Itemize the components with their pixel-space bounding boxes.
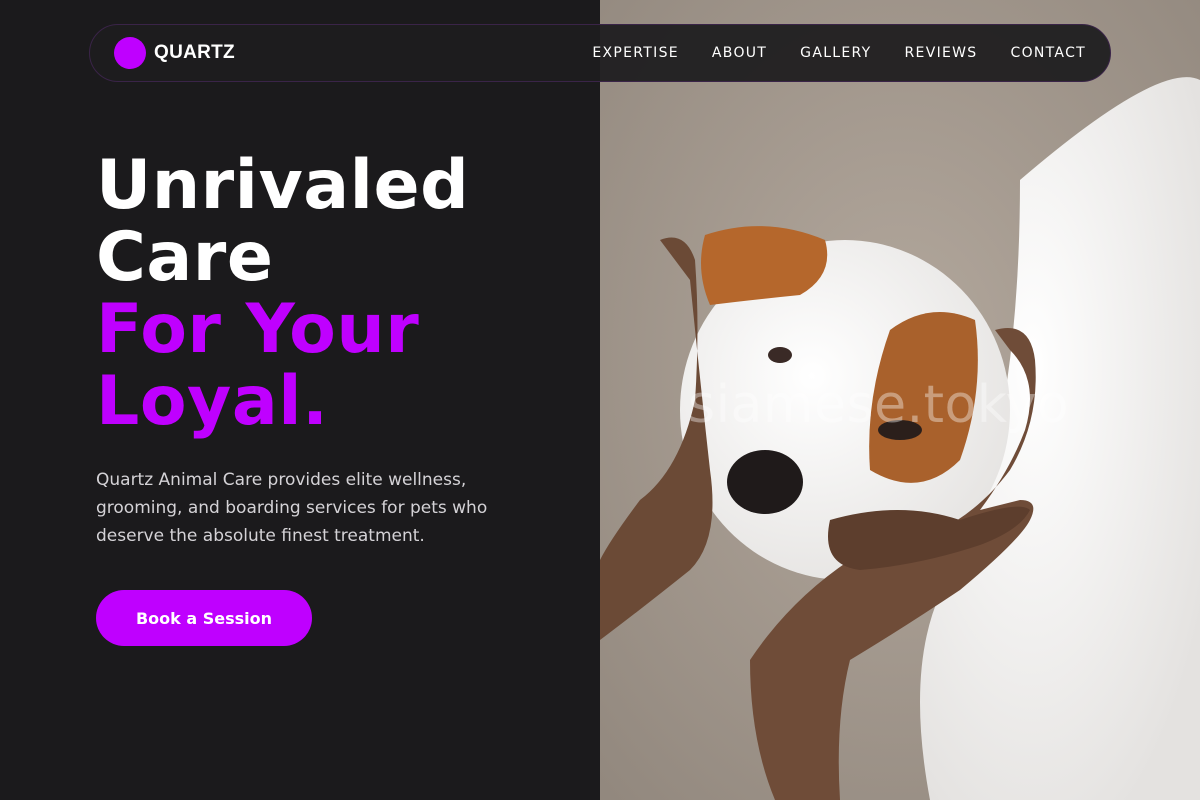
brand-name: QUARTZ (154, 42, 235, 63)
hero-title-line-4: Loyal. (96, 362, 329, 441)
hero-title-line-3: For Your (96, 290, 420, 369)
nav-link-contact[interactable]: CONTACT (1011, 45, 1087, 61)
hero-title: Unrivaled Care For Your Loyal. (96, 150, 469, 438)
nav-link-about[interactable]: ABOUT (712, 45, 767, 61)
hero-description: Quartz Animal Care provides elite wellne… (96, 470, 488, 546)
nav-link-reviews[interactable]: REVIEWS (905, 45, 978, 61)
brand-logo-link[interactable]: QUARTZ (114, 37, 235, 69)
hero-title-line-2: Care (96, 218, 274, 297)
book-session-button[interactable]: Book a Session (96, 590, 312, 646)
nav-links: EXPERTISE ABOUT GALLERY REVIEWS CONTACT (592, 45, 1086, 61)
nav-link-gallery[interactable]: GALLERY (800, 45, 871, 61)
photo-watermark: siamese.tokyo (688, 375, 1070, 435)
hero-title-line-1: Unrivaled (96, 146, 470, 225)
top-navbar: QUARTZ EXPERTISE ABOUT GALLERY REVIEWS C… (89, 24, 1111, 82)
nav-link-expertise[interactable]: EXPERTISE (592, 45, 679, 61)
brand-dot-icon (114, 37, 146, 69)
hero-photo: siamese.tokyo (600, 0, 1200, 800)
